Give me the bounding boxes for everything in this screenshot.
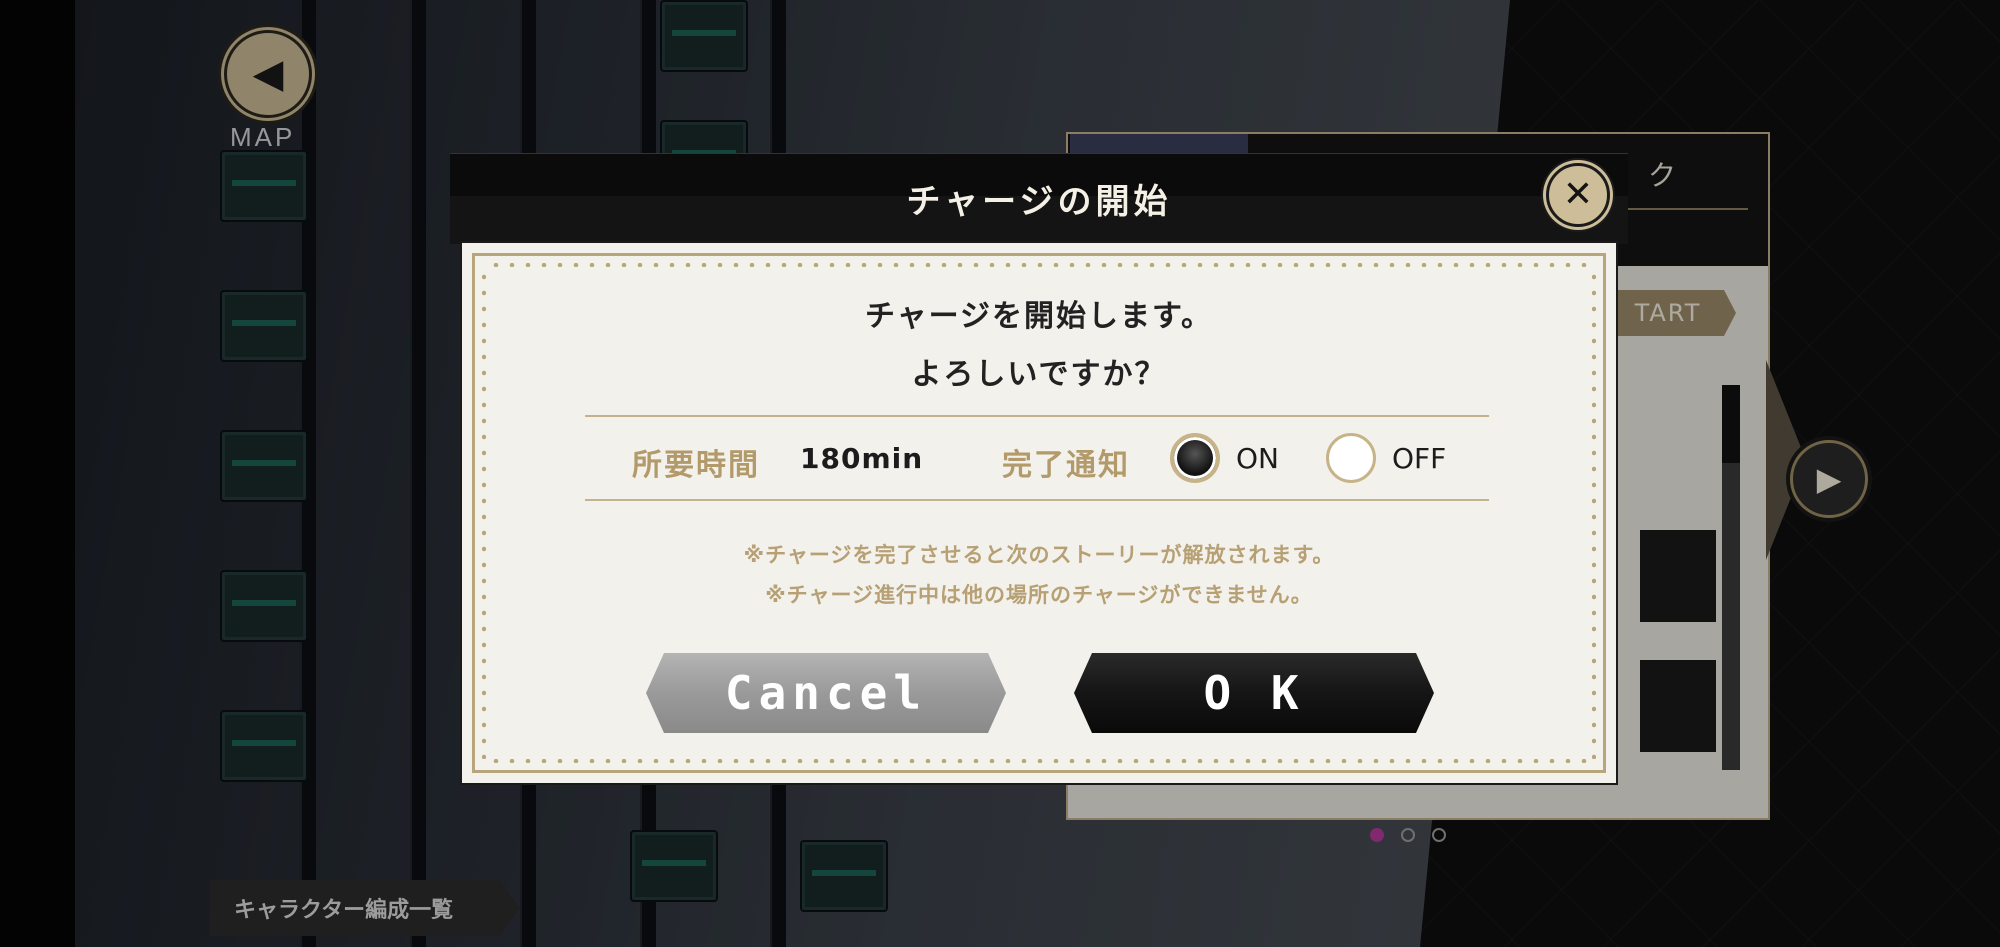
charge-start-dialog: チャージの開始 ✕ チャージを開始します。 よろしいですか？ 所要時間 180m… [450,153,1628,793]
required-time-label: 所要時間 [632,448,760,483]
notification-label: 完了通知 [1002,448,1130,483]
notification-on-label[interactable]: ON [1236,442,1279,475]
dialog-header: チャージの開始 [450,153,1628,244]
notification-off-label[interactable]: OFF [1392,442,1446,475]
frame-dots [488,263,1590,267]
confirm-message-line2: よろしいですか？ [911,357,1167,392]
notification-off-radio[interactable] [1326,433,1376,483]
note-line2: ※チャージ進行中は他の場所のチャージができません。 [765,583,1313,607]
confirm-message-line1: チャージを開始します。 [864,299,1214,334]
notification-on-radio[interactable] [1170,433,1220,483]
divider [585,415,1489,417]
required-time-value: 180min [800,442,924,475]
close-icon: ✕ [1562,174,1594,215]
frame-dots [482,269,486,759]
dialog-title: チャージの開始 [906,182,1172,222]
frame-dots [488,759,1590,763]
game-scene: ◀ MAP ク TART ▶ キャラクター編成一覧 チャージの開始 ✕ チャージ… [0,0,2000,947]
close-button[interactable]: ✕ [1546,163,1610,227]
cancel-button[interactable]: Cancel [646,653,1006,733]
ok-button[interactable]: O K [1074,653,1434,733]
divider [585,499,1489,501]
note-line1: ※チャージを完了させると次のストーリーが解放されます。 [743,543,1335,567]
frame-dots [1592,269,1596,759]
dialog-body: チャージを開始します。 よろしいですか？ 所要時間 180min 完了通知 ON… [462,243,1616,783]
